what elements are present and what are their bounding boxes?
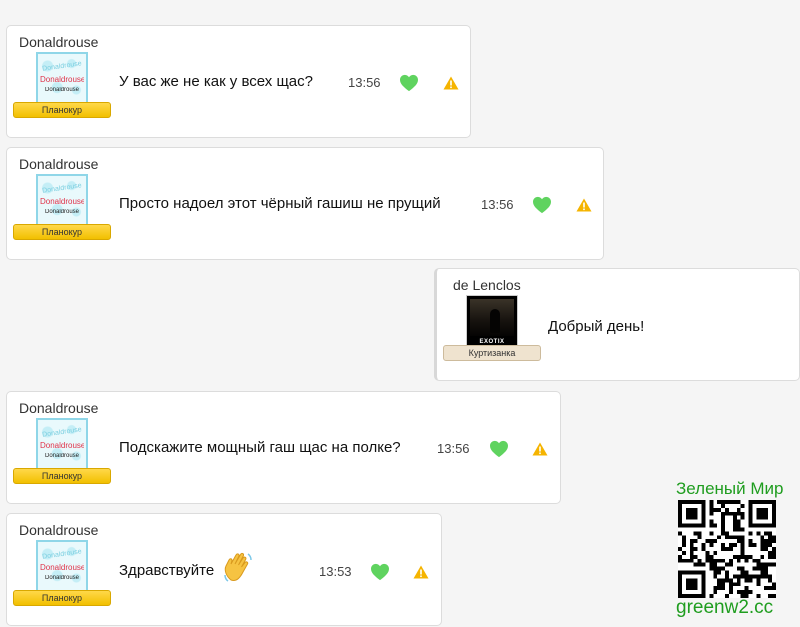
- avatar-silhouette: [490, 309, 500, 333]
- avatar-username: Donaldrouse: [40, 563, 84, 572]
- avatar-block: Donaldrouse Donaldrouse Donaldrouse План…: [13, 540, 111, 606]
- avatar-username: Donaldrouse: [40, 441, 84, 450]
- avatar[interactable]: Donaldrouse Donaldrouse Donaldrouse: [36, 52, 88, 104]
- message-time: 13:56: [348, 75, 381, 90]
- heart-icon[interactable]: [532, 196, 552, 214]
- avatar-username: Donaldrouse: [40, 75, 84, 84]
- qr-code: [678, 500, 776, 598]
- promo-url[interactable]: greenw2.cc: [676, 597, 773, 619]
- avatar-watermark: Donaldrouse: [41, 182, 83, 195]
- message-time: 13:56: [437, 441, 470, 456]
- rank-badge: Куртизанка: [443, 345, 541, 361]
- message-text: Подскажите мощный гаш щас на полке?: [119, 439, 401, 456]
- message-text: Просто надоел этот чёрный гашиш не прущи…: [119, 195, 441, 212]
- message-author[interactable]: Donaldrouse: [19, 34, 98, 50]
- message-author[interactable]: Donaldrouse: [19, 522, 98, 538]
- message-time: 13:56: [481, 197, 514, 212]
- avatar[interactable]: Donaldrouse Donaldrouse Donaldrouse: [36, 174, 88, 226]
- warning-icon[interactable]: [576, 198, 592, 212]
- avatar-username: Donaldrouse: [40, 197, 84, 206]
- message-author[interactable]: Donaldrouse: [19, 400, 98, 416]
- message-card: Donaldrouse Donaldrouse Donaldrouse Dona…: [6, 391, 561, 504]
- avatar-block: EXOTIX Куртизанка: [443, 295, 541, 361]
- avatar-caption: Donaldrouse: [44, 575, 80, 581]
- message-card: Donaldrouse Donaldrouse Donaldrouse Dona…: [6, 147, 604, 260]
- message-card: Donaldrouse Donaldrouse Donaldrouse Dona…: [6, 513, 442, 626]
- avatar-watermark: Donaldrouse: [41, 548, 83, 561]
- avatar-watermark: Donaldrouse: [41, 426, 83, 439]
- rank-badge: Планокур: [13, 468, 111, 484]
- heart-icon[interactable]: [399, 74, 419, 92]
- message-card: Donaldrouse Donaldrouse Donaldrouse Dona…: [6, 25, 471, 138]
- promo-title: Зеленый Мир: [676, 479, 784, 498]
- warning-icon[interactable]: [413, 565, 429, 579]
- avatar-photo: [470, 299, 514, 336]
- message-text: Здравствуйте: [119, 562, 215, 579]
- avatar[interactable]: Donaldrouse Donaldrouse Donaldrouse: [36, 418, 88, 470]
- heart-icon[interactable]: [370, 563, 390, 581]
- avatar-caption: Donaldrouse: [44, 453, 80, 459]
- rank-badge: Планокур: [13, 590, 111, 606]
- heart-icon[interactable]: [489, 440, 509, 458]
- message-text: У вас же не как у всех щас?: [119, 73, 313, 90]
- avatar-watermark: Donaldrouse: [41, 60, 83, 73]
- avatar[interactable]: EXOTIX: [466, 295, 518, 347]
- rank-badge: Планокур: [13, 102, 111, 118]
- warning-icon[interactable]: [532, 442, 548, 456]
- avatar-caption: Donaldrouse: [44, 87, 80, 93]
- warning-icon[interactable]: [443, 76, 459, 90]
- rank-badge: Планокур: [13, 224, 111, 240]
- avatar-block: Donaldrouse Donaldrouse Donaldrouse План…: [13, 418, 111, 484]
- waving-hand-emoji: [224, 552, 252, 582]
- message-author[interactable]: Donaldrouse: [19, 156, 98, 172]
- avatar-caption: Donaldrouse: [44, 209, 80, 215]
- message-time: 13:53: [319, 564, 352, 579]
- avatar-block: Donaldrouse Donaldrouse Donaldrouse План…: [13, 174, 111, 240]
- avatar[interactable]: Donaldrouse Donaldrouse Donaldrouse: [36, 540, 88, 592]
- avatar-block: Donaldrouse Donaldrouse Donaldrouse План…: [13, 52, 111, 118]
- message-card-own: de Lenclos EXOTIX Куртизанка Добрый день…: [434, 268, 800, 381]
- message-author[interactable]: de Lenclos: [453, 277, 521, 293]
- message-text: Добрый день!: [548, 318, 645, 335]
